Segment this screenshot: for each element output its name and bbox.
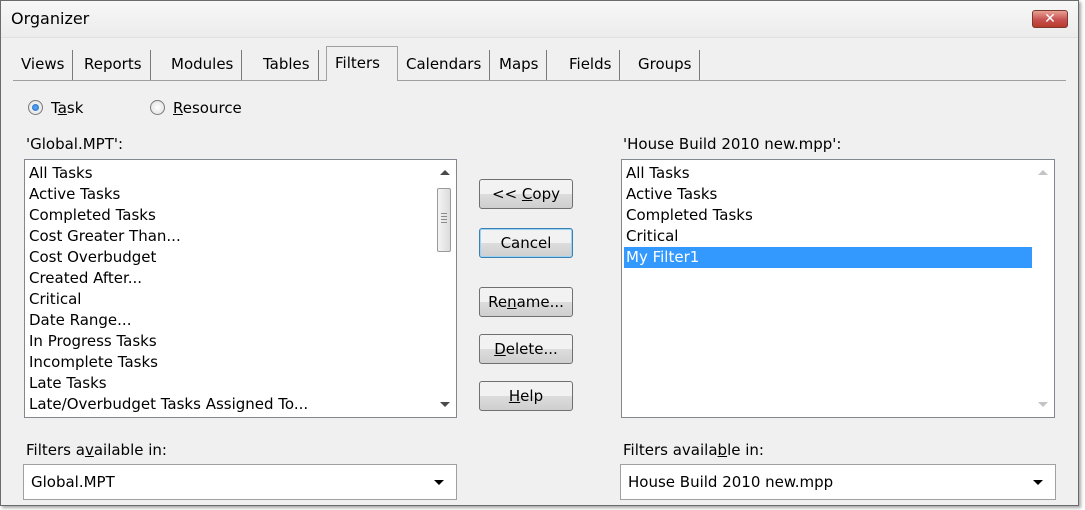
scroll-thumb[interactable] bbox=[437, 188, 451, 252]
window-title: Organizer bbox=[11, 9, 90, 28]
list-item[interactable]: Active Tasks bbox=[27, 184, 434, 205]
cancel-button[interactable]: Cancel bbox=[479, 228, 573, 258]
radio-checked-icon bbox=[28, 100, 43, 115]
right-available-select[interactable]: House Build 2010 new.mpp bbox=[620, 464, 1056, 500]
list-item[interactable]: Critical bbox=[27, 289, 434, 310]
tab-groups[interactable]: Groups bbox=[630, 50, 701, 80]
dropdown-arrow-icon[interactable] bbox=[434, 480, 444, 485]
title-bar: Organizer ✕ bbox=[1, 1, 1078, 38]
list-item[interactable]: Active Tasks bbox=[624, 184, 1032, 205]
tab-filters[interactable]: Filters bbox=[326, 46, 398, 81]
tab-divider bbox=[13, 80, 1066, 81]
list-item[interactable]: Late Tasks bbox=[27, 373, 434, 394]
tab-calendars[interactable]: Calendars bbox=[398, 50, 491, 80]
task-radio[interactable]: Task bbox=[28, 97, 83, 119]
copy-button[interactable]: << Copy bbox=[479, 179, 573, 209]
right-list-label: 'House Build 2010 new.mpp': bbox=[623, 135, 842, 153]
list-item[interactable]: Cost Overbudget bbox=[27, 247, 434, 268]
tab-tables[interactable]: Tables bbox=[255, 50, 319, 80]
right-available-label: Filters available in: bbox=[623, 441, 764, 459]
list-item[interactable]: My Filter1 bbox=[624, 247, 1032, 268]
list-item[interactable]: Completed Tasks bbox=[624, 205, 1032, 226]
close-icon: ✕ bbox=[1044, 11, 1056, 27]
tab-maps[interactable]: Maps bbox=[491, 50, 548, 80]
list-item[interactable]: Date Range... bbox=[27, 310, 434, 331]
delete-button[interactable]: Delete... bbox=[479, 334, 573, 364]
radio-unchecked-icon bbox=[150, 100, 165, 115]
left-scrollbar[interactable] bbox=[434, 160, 456, 417]
list-item[interactable]: Late/Overbudget Tasks Assigned To... bbox=[27, 394, 434, 415]
close-button[interactable]: ✕ bbox=[1032, 10, 1068, 28]
scroll-down-icon[interactable] bbox=[1038, 402, 1048, 407]
list-item[interactable]: Critical bbox=[624, 226, 1032, 247]
resource-radio[interactable]: Resource bbox=[150, 97, 242, 119]
left-available-label: Filters available in: bbox=[26, 441, 167, 459]
tab-fields[interactable]: Fields bbox=[561, 50, 621, 80]
grip-icon bbox=[441, 213, 447, 225]
right-scrollbar[interactable] bbox=[1032, 160, 1054, 417]
scroll-down-icon[interactable] bbox=[440, 402, 450, 407]
left-available-select[interactable]: Global.MPT bbox=[23, 464, 457, 500]
list-item[interactable]: All Tasks bbox=[27, 163, 434, 184]
scroll-up-icon[interactable] bbox=[440, 170, 450, 175]
right-filter-list[interactable]: All Tasks Active Tasks Completed Tasks Crit… bbox=[621, 159, 1055, 418]
help-button[interactable]: Help bbox=[479, 381, 573, 411]
list-item[interactable]: In Progress Tasks bbox=[27, 331, 434, 352]
list-item[interactable]: Cost Greater Than... bbox=[27, 226, 434, 247]
list-item[interactable]: All Tasks bbox=[624, 163, 1032, 184]
tab-views[interactable]: Views bbox=[13, 50, 74, 80]
list-item[interactable]: Incomplete Tasks bbox=[27, 352, 434, 373]
list-item[interactable]: Created After... bbox=[27, 268, 434, 289]
left-list-label: 'Global.MPT': bbox=[26, 135, 124, 153]
left-filter-list[interactable]: All Tasks Active Tasks Completed Tasks Cost… bbox=[24, 159, 457, 418]
list-item[interactable]: Completed Tasks bbox=[27, 205, 434, 226]
organizer-dialog: Organizer ✕ Views Reports Modules Tables… bbox=[0, 0, 1079, 506]
tab-modules[interactable]: Modules bbox=[163, 50, 243, 80]
scroll-up-icon[interactable] bbox=[1038, 170, 1048, 175]
tab-reports[interactable]: Reports bbox=[76, 50, 151, 80]
dropdown-arrow-icon[interactable] bbox=[1033, 480, 1043, 485]
rename-button[interactable]: Rename... bbox=[479, 287, 573, 317]
